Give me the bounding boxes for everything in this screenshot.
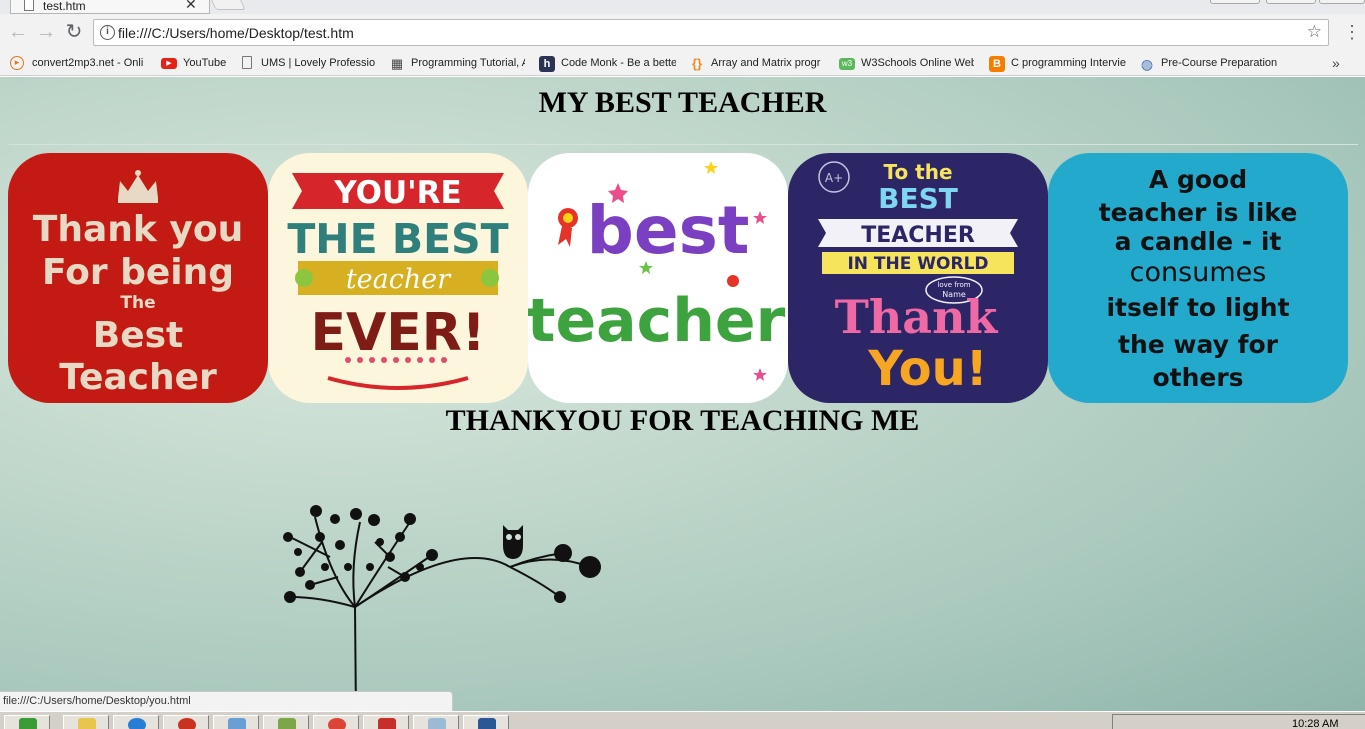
hackerearth-icon: h — [539, 56, 555, 72]
url-input[interactable] — [118, 23, 1288, 42]
bookmark-youtube[interactable]: ▶ YouTube — [161, 55, 231, 73]
tile1-line-5: Teacher — [59, 357, 217, 398]
tile3-line-2: teacher — [528, 286, 786, 356]
ribbon-icon — [558, 208, 578, 247]
youtube-icon: ▶ — [161, 58, 177, 69]
tree-owl-illustration — [283, 505, 601, 711]
apple-icon — [295, 269, 313, 287]
tile5-line-7: others — [1152, 363, 1243, 392]
browser-menu-icon[interactable]: ⋮ — [1343, 22, 1361, 43]
taskbar-app[interactable] — [363, 715, 409, 729]
taskbar-app[interactable] — [413, 715, 459, 729]
taskbar-app[interactable] — [163, 715, 209, 729]
tile4-line-2: To the — [883, 160, 952, 184]
owl-icon — [503, 525, 523, 559]
new-tab-button[interactable] — [208, 0, 246, 10]
start-button[interactable] — [4, 715, 50, 729]
thank-you-image[interactable]: Thank you For being The Best Teacher — [8, 153, 268, 403]
tile5-line-6: the way for — [1118, 330, 1279, 359]
bookmark-w3schools[interactable]: w3 W3Schools Online Web — [839, 55, 974, 73]
close-tab-icon[interactable]: ✕ — [185, 0, 197, 13]
tile4-line-5: IN THE WORLD — [847, 254, 988, 274]
gift-icon: ▦ — [390, 56, 404, 71]
tile2-line-3: teacher — [346, 264, 452, 295]
maximize-button[interactable] — [1266, 0, 1316, 4]
tile2-line-1: YOU'RE — [333, 175, 461, 211]
address-bar[interactable]: i ☆ — [93, 19, 1329, 46]
bookmark-array-matrix[interactable]: {} Array and Matrix progr — [689, 55, 826, 73]
reload-icon[interactable]: ↻ — [63, 22, 85, 44]
clock: 10:28 AM — [1292, 718, 1339, 729]
horizontal-rule — [9, 144, 1358, 145]
crown-icon — [118, 170, 158, 203]
globe-icon: ◍ — [1140, 56, 1154, 72]
tile5-line-5: itself to light — [1106, 293, 1289, 322]
taskbar-chrome[interactable] — [313, 715, 359, 729]
more-bookmarks-icon[interactable]: » — [1332, 55, 1340, 71]
tile1-line-4: Best — [93, 315, 184, 356]
best-teacher-image[interactable]: best teacher — [528, 153, 788, 403]
bookmark-pre-course[interactable]: ◍ Pre-Course Preparation — [1139, 55, 1279, 73]
tile2-line-2: THE BEST — [287, 215, 508, 263]
back-icon[interactable]: ← — [7, 22, 29, 44]
info-icon[interactable]: i — [100, 25, 115, 40]
w3schools-icon: w3 — [839, 58, 855, 70]
blogger-icon: B — [989, 56, 1005, 72]
tile4-line-8: Thank — [835, 290, 999, 344]
tile4-line-4: TEACHER — [861, 223, 975, 248]
best-teacher-ever-image[interactable]: YOU'RE THE BEST teacher EVER! — [268, 153, 528, 403]
tile5-line-2: teacher is like — [1099, 198, 1298, 227]
bookmark-c-interview[interactable]: B C programming Intervie — [989, 55, 1126, 73]
apple-icon — [481, 269, 499, 287]
taskbar-word[interactable] — [463, 715, 509, 729]
minimize-button[interactable] — [1210, 0, 1260, 4]
close-window-button[interactable] — [1319, 0, 1365, 4]
tile2-line-4: EVER! — [310, 303, 485, 363]
apple-icon — [727, 275, 739, 287]
tile1-line-2: For being — [42, 252, 234, 293]
page-title: MY BEST TEACHER — [538, 86, 827, 119]
tile4-line-6: love from — [937, 281, 970, 289]
tile4-line-9: You! — [867, 341, 987, 397]
tab-title: test.htm — [43, 0, 86, 13]
bookmarks-bar: ▸ convert2mp3.net - Onli ▶ YouTube UMS |… — [0, 52, 1365, 76]
status-bubble: file:///C:/Users/home/Desktop/you.html — [0, 691, 453, 711]
browser-toolbar: ← → ↻ i ☆ ⋮ — [0, 14, 1365, 52]
browser-tab[interactable]: test.htm ✕ — [10, 0, 210, 14]
thank-you-teacher-image[interactable]: A+ To the BEST TEACHER IN THE WORLD love… — [788, 153, 1048, 403]
bookmark-convert2mp3[interactable]: ▸ convert2mp3.net - Onli — [10, 55, 150, 73]
tile3-line-1: best — [587, 192, 750, 269]
tile1-line-1: Thank you — [33, 209, 243, 250]
bookmark-ums[interactable]: UMS | Lovely Professior — [239, 55, 375, 73]
forward-icon[interactable]: → — [35, 22, 57, 44]
tile5-line-3: a candle - it — [1115, 227, 1282, 256]
taskbar-internet-explorer[interactable] — [113, 715, 159, 729]
taskbar: 10:28 AM — [0, 711, 1365, 729]
braces-icon: {} — [691, 56, 703, 71]
thanks-heading: THANKYOU FOR TEACHING ME — [445, 404, 920, 437]
tile5-line-1: A good — [1149, 165, 1247, 194]
document-icon — [242, 56, 252, 69]
tile4-line-1: A+ — [825, 171, 843, 185]
convert2mp3-icon: ▸ — [10, 56, 24, 70]
taskbar-explorer[interactable] — [63, 715, 109, 729]
candle-quote-image[interactable]: A good teacher is like a candle - it con… — [1048, 153, 1348, 403]
page-content: MY BEST TEACHER Thank you For being The … — [0, 77, 1365, 711]
taskbar-app[interactable] — [213, 715, 259, 729]
tile5-line-4: consumes — [1130, 257, 1267, 288]
bookmark-star-icon[interactable]: ☆ — [1307, 22, 1322, 42]
bookmark-code-monk[interactable]: h Code Monk - Be a bette — [539, 55, 676, 73]
page-icon — [24, 0, 34, 11]
bookmark-programming-tutorial[interactable]: ▦ Programming Tutorial, A — [389, 55, 525, 73]
tile1-line-3: The — [120, 293, 155, 313]
taskbar-app[interactable] — [263, 715, 309, 729]
tile4-line-3: BEST — [878, 182, 958, 215]
tab-strip: test.htm ✕ — [0, 0, 1365, 14]
